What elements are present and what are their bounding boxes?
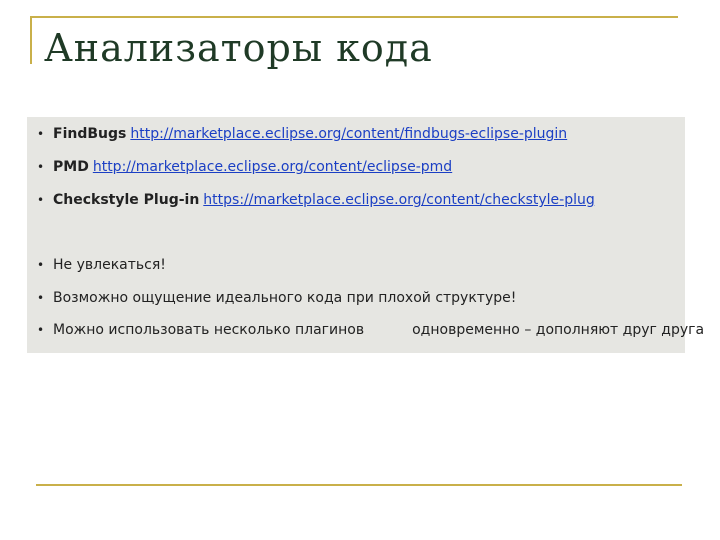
tool-link[interactable]: http://marketplace.eclipse.org/content/e… xyxy=(93,159,452,175)
note-text: Можно использовать несколько плагинов xyxy=(53,322,365,338)
bullet: • xyxy=(37,160,45,174)
note-text: Не увлекаться! xyxy=(53,257,166,273)
list-item-checkstyle: • Checkstyle Plug-in https://marketplace.e… xyxy=(37,190,595,210)
tool-link[interactable]: http://marketplace.eclipse.org/content/f… xyxy=(130,126,567,142)
bullet: • xyxy=(37,291,45,305)
list-item-note: • Не увлекаться! xyxy=(37,255,166,275)
list-item-note: • Можно использовать несколько плагинов од… xyxy=(37,320,704,340)
slide-title: Анализаторы кода xyxy=(44,26,433,70)
bullet: • xyxy=(37,258,45,272)
note-text: одновременно – дополняют друг друга xyxy=(412,322,705,338)
bullet: • xyxy=(37,127,45,141)
frame-bottom-rule xyxy=(36,484,682,486)
frame-top-rule xyxy=(30,16,678,18)
tool-link[interactable]: https://marketplace.eclipse.org/content/… xyxy=(203,192,594,208)
tool-name: PMD xyxy=(53,159,89,175)
list-item-pmd: • PMD http://marketplace.eclipse.org/conte… xyxy=(37,157,452,177)
frame-left-rule xyxy=(30,16,32,64)
tool-name: FindBugs xyxy=(53,126,127,142)
bullet: • xyxy=(37,323,45,337)
list-item-findbugs: • FindBugs http://marketplace.eclipse.org/… xyxy=(37,124,567,144)
content-panel: • FindBugs http://marketplace.eclipse.org/… xyxy=(27,117,704,353)
list-item-note: • Возможно ощущение идеального кода при п… xyxy=(37,288,516,308)
tool-name: Checkstyle Plug-in xyxy=(53,192,200,208)
note-text: Возможно ощущение идеального кода при пл… xyxy=(53,290,517,306)
bullet: • xyxy=(37,193,45,207)
